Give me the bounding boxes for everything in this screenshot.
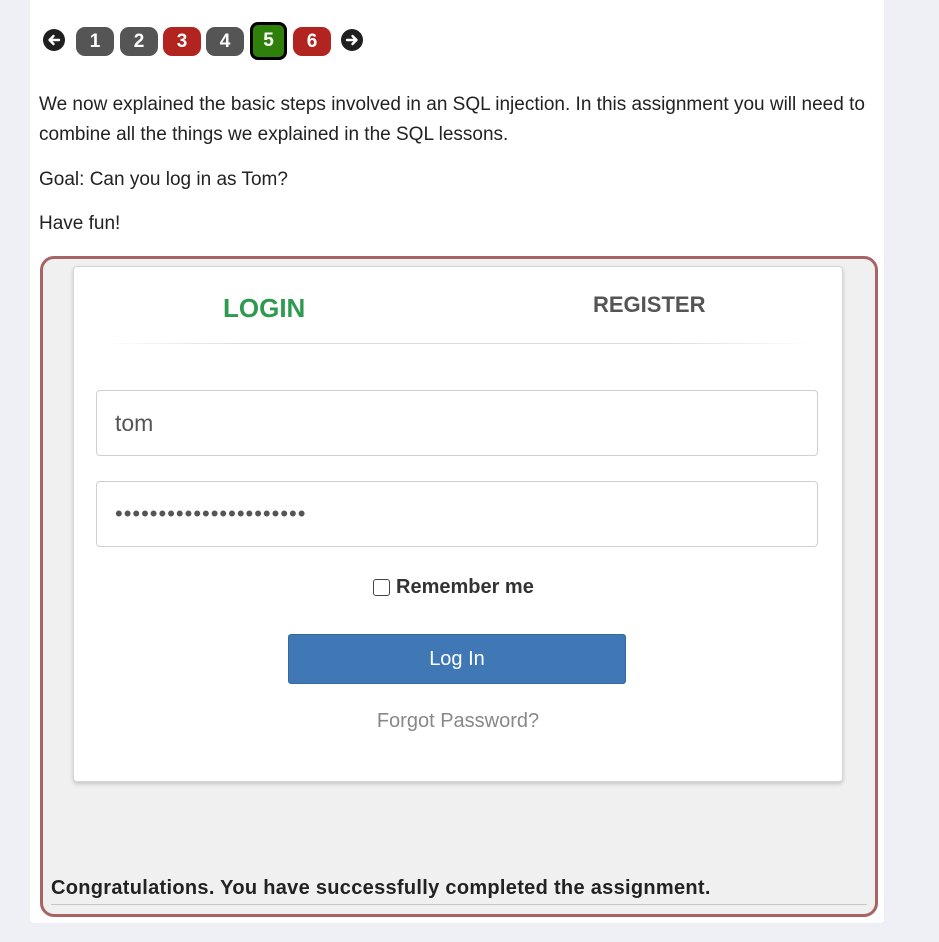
remember-me-checkbox[interactable] [373, 579, 390, 596]
lesson-intro-text: We now explained the basic steps involve… [39, 94, 865, 145]
assignment-container: LOGIN REGISTER tom •••••••••••••••••••••… [40, 256, 878, 917]
page-4-button[interactable]: 4 [206, 27, 244, 56]
forgot-password-link[interactable]: Forgot Password? [74, 710, 842, 733]
next-page-button[interactable] [341, 29, 363, 51]
page-2-button[interactable]: 2 [120, 27, 158, 56]
login-button[interactable]: Log In [288, 634, 626, 684]
feedback-message: Congratulations. You have successfully c… [51, 877, 711, 899]
arrow-left-icon [48, 34, 61, 46]
lesson-content: 1 2 3 4 5 6 We now explained the basic s… [30, 0, 884, 923]
password-input[interactable]: •••••••••••••••••••••• [96, 481, 818, 547]
username-value: tom [115, 409, 154, 436]
lesson-goal-text: Goal: Can you log in as Tom? [39, 169, 288, 190]
tab-register[interactable]: REGISTER [593, 292, 705, 318]
username-input[interactable]: tom [96, 390, 818, 456]
remember-me-option: Remember me [373, 576, 534, 599]
prev-page-button[interactable] [43, 29, 65, 51]
page-1-button[interactable]: 1 [76, 27, 114, 56]
feedback-divider [51, 904, 867, 905]
login-panel: LOGIN REGISTER tom •••••••••••••••••••••… [73, 266, 843, 782]
page-3-button[interactable]: 3 [163, 27, 201, 56]
password-value: •••••••••••••••••••••• [115, 501, 307, 526]
page-5-button-current[interactable]: 5 [250, 22, 287, 60]
remember-me-label[interactable]: Remember me [396, 576, 534, 599]
tab-divider [104, 343, 812, 344]
lesson-closing-text: Have fun! [39, 213, 121, 234]
page-6-button[interactable]: 6 [293, 27, 331, 56]
tab-login[interactable]: LOGIN [223, 293, 305, 324]
arrow-right-icon [345, 34, 358, 46]
